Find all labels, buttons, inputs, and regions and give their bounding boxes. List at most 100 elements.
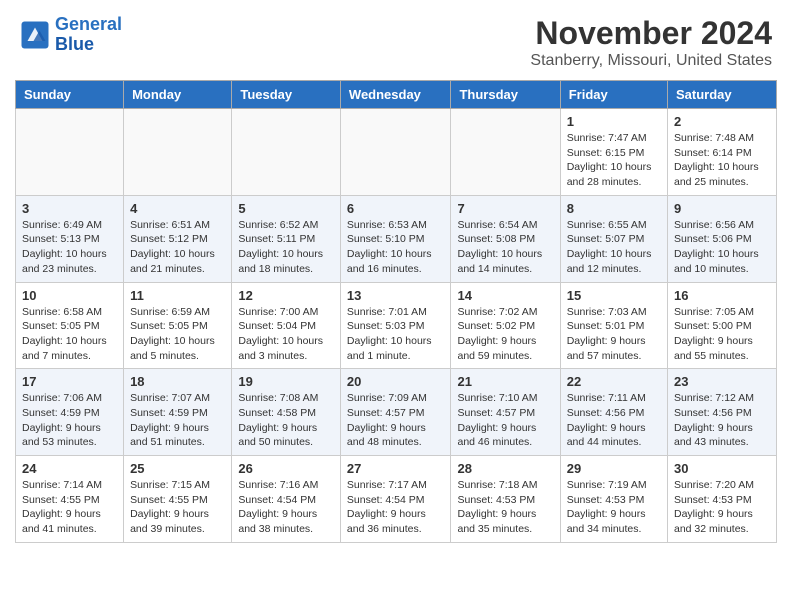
day-info: Sunrise: 7:07 AM Sunset: 4:59 PM Dayligh… — [130, 391, 225, 450]
page-header: General Blue November 2024 Stanberry, Mi… — [0, 0, 792, 75]
calendar-cell — [340, 109, 451, 196]
calendar-table: SundayMondayTuesdayWednesdayThursdayFrid… — [15, 80, 777, 543]
day-number: 21 — [457, 374, 553, 389]
day-info: Sunrise: 7:15 AM Sunset: 4:55 PM Dayligh… — [130, 478, 225, 537]
day-info: Sunrise: 6:59 AM Sunset: 5:05 PM Dayligh… — [130, 305, 225, 364]
weekday-header-monday: Monday — [124, 81, 232, 109]
calendar-week-1: 1Sunrise: 7:47 AM Sunset: 6:15 PM Daylig… — [16, 109, 777, 196]
calendar-cell: 16 Sunrise: 7:05 AM Sunset: 5:00 PM Dayli… — [668, 282, 777, 369]
calendar-cell: 19Sunrise: 7:08 AM Sunset: 4:58 PM Dayli… — [232, 369, 341, 456]
day-info: Sunrise: 6:49 AM Sunset: 5:13 PM Dayligh… — [22, 218, 117, 277]
day-info: Sunrise: 6:55 AM Sunset: 5:07 PM Dayligh… — [567, 218, 661, 277]
day-info: Sunrise: 7:11 AM Sunset: 4:56 PM Dayligh… — [567, 391, 661, 450]
day-number: 17 — [22, 374, 117, 389]
calendar-cell: 5Sunrise: 6:52 AM Sunset: 5:11 PM Daylig… — [232, 195, 341, 282]
day-info: Sunrise: 7:01 AM Sunset: 5:03 PM Dayligh… — [347, 305, 445, 364]
calendar-cell: 3Sunrise: 6:49 AM Sunset: 5:13 PM Daylig… — [16, 195, 124, 282]
weekday-header-wednesday: Wednesday — [340, 81, 451, 109]
day-info: Sunrise: 7:17 AM Sunset: 4:54 PM Dayligh… — [347, 478, 445, 537]
day-info: Sunrise: 7:09 AM Sunset: 4:57 PM Dayligh… — [347, 391, 445, 450]
logo-text: General Blue — [55, 15, 122, 55]
weekday-header-thursday: Thursday — [451, 81, 560, 109]
day-number: 10 — [22, 288, 117, 303]
main-title: November 2024 — [530, 15, 772, 52]
calendar-cell: 26Sunrise: 7:16 AM Sunset: 4:54 PM Dayli… — [232, 456, 341, 543]
day-info: Sunrise: 7:06 AM Sunset: 4:59 PM Dayligh… — [22, 391, 117, 450]
day-number: 28 — [457, 461, 553, 476]
logo-icon — [20, 20, 50, 50]
day-info: Sunrise: 7:02 AM Sunset: 5:02 PM Dayligh… — [457, 305, 553, 364]
day-number: 2 — [674, 114, 770, 129]
calendar-cell: 18Sunrise: 7:07 AM Sunset: 4:59 PM Dayli… — [124, 369, 232, 456]
day-number: 14 — [457, 288, 553, 303]
calendar-cell: 30 Sunrise: 7:20 AM Sunset: 4:53 PM Dayli… — [668, 456, 777, 543]
day-number: 12 — [238, 288, 334, 303]
day-info: Sunrise: 7:16 AM Sunset: 4:54 PM Dayligh… — [238, 478, 334, 537]
day-number: 1 — [567, 114, 661, 129]
subtitle: Stanberry, Missouri, United States — [530, 52, 772, 70]
weekday-header-saturday: Saturday — [668, 81, 777, 109]
day-number: 25 — [130, 461, 225, 476]
calendar-cell: 21 Sunrise: 7:10 AM Sunset: 4:57 PM Dayli… — [451, 369, 560, 456]
calendar-cell: 22 Sunrise: 7:11 AM Sunset: 4:56 PM Dayli… — [560, 369, 667, 456]
day-number: 23 — [674, 374, 770, 389]
day-number: 30 — [674, 461, 770, 476]
calendar-cell: 13 Sunrise: 7:01 AM Sunset: 5:03 PM Dayli… — [340, 282, 451, 369]
calendar-cell: 28 Sunrise: 7:18 AM Sunset: 4:53 PM Dayli… — [451, 456, 560, 543]
calendar-week-5: 24 Sunrise: 7:14 AM Sunset: 4:55 PM Dayli… — [16, 456, 777, 543]
calendar-cell: 10 Sunrise: 6:58 AM Sunset: 5:05 PM Dayli… — [16, 282, 124, 369]
calendar-cell: 20Sunrise: 7:09 AM Sunset: 4:57 PM Dayli… — [340, 369, 451, 456]
day-number: 13 — [347, 288, 445, 303]
day-info: Sunrise: 7:20 AM Sunset: 4:53 PM Dayligh… — [674, 478, 770, 537]
calendar-body: 1Sunrise: 7:47 AM Sunset: 6:15 PM Daylig… — [16, 109, 777, 543]
calendar-cell: 6 Sunrise: 6:53 AM Sunset: 5:10 PM Daylig… — [340, 195, 451, 282]
day-info: Sunrise: 7:00 AM Sunset: 5:04 PM Dayligh… — [238, 305, 334, 364]
calendar-cell: 7Sunrise: 6:54 AM Sunset: 5:08 PM Daylig… — [451, 195, 560, 282]
calendar-cell: 27 Sunrise: 7:17 AM Sunset: 4:54 PM Dayli… — [340, 456, 451, 543]
calendar-cell: 15 Sunrise: 7:03 AM Sunset: 5:01 PM Dayli… — [560, 282, 667, 369]
day-number: 16 — [674, 288, 770, 303]
calendar-cell — [124, 109, 232, 196]
calendar-header-row: SundayMondayTuesdayWednesdayThursdayFrid… — [16, 81, 777, 109]
day-number: 29 — [567, 461, 661, 476]
day-info: Sunrise: 6:58 AM Sunset: 5:05 PM Dayligh… — [22, 305, 117, 364]
day-number: 9 — [674, 201, 770, 216]
weekday-header-friday: Friday — [560, 81, 667, 109]
calendar-cell — [232, 109, 341, 196]
calendar-cell: 8 Sunrise: 6:55 AM Sunset: 5:07 PM Daylig… — [560, 195, 667, 282]
calendar-cell: 12 Sunrise: 7:00 AM Sunset: 5:04 PM Dayli… — [232, 282, 341, 369]
day-number: 27 — [347, 461, 445, 476]
calendar-cell: 11 Sunrise: 6:59 AM Sunset: 5:05 PM Dayli… — [124, 282, 232, 369]
day-info: Sunrise: 6:51 AM Sunset: 5:12 PM Dayligh… — [130, 218, 225, 277]
calendar-cell — [451, 109, 560, 196]
day-number: 6 — [347, 201, 445, 216]
day-number: 7 — [457, 201, 553, 216]
day-info: Sunrise: 7:12 AM Sunset: 4:56 PM Dayligh… — [674, 391, 770, 450]
day-info: Sunrise: 7:14 AM Sunset: 4:55 PM Dayligh… — [22, 478, 117, 537]
weekday-header-tuesday: Tuesday — [232, 81, 341, 109]
day-info: Sunrise: 7:19 AM Sunset: 4:53 PM Dayligh… — [567, 478, 661, 537]
calendar-week-2: 3Sunrise: 6:49 AM Sunset: 5:13 PM Daylig… — [16, 195, 777, 282]
day-info: Sunrise: 7:03 AM Sunset: 5:01 PM Dayligh… — [567, 305, 661, 364]
day-info: Sunrise: 7:48 AM Sunset: 6:14 PM Dayligh… — [674, 131, 770, 190]
day-info: Sunrise: 6:53 AM Sunset: 5:10 PM Dayligh… — [347, 218, 445, 277]
calendar-cell: 9Sunrise: 6:56 AM Sunset: 5:06 PM Daylig… — [668, 195, 777, 282]
day-number: 24 — [22, 461, 117, 476]
day-info: Sunrise: 7:18 AM Sunset: 4:53 PM Dayligh… — [457, 478, 553, 537]
day-number: 19 — [238, 374, 334, 389]
day-number: 22 — [567, 374, 661, 389]
calendar-cell: 29 Sunrise: 7:19 AM Sunset: 4:53 PM Dayli… — [560, 456, 667, 543]
day-number: 15 — [567, 288, 661, 303]
calendar-cell — [16, 109, 124, 196]
day-info: Sunrise: 7:10 AM Sunset: 4:57 PM Dayligh… — [457, 391, 553, 450]
day-number: 4 — [130, 201, 225, 216]
calendar-cell: 25 Sunrise: 7:15 AM Sunset: 4:55 PM Dayli… — [124, 456, 232, 543]
day-number: 11 — [130, 288, 225, 303]
day-number: 8 — [567, 201, 661, 216]
title-block: November 2024 Stanberry, Missouri, Unite… — [530, 15, 772, 70]
day-info: Sunrise: 7:05 AM Sunset: 5:00 PM Dayligh… — [674, 305, 770, 364]
calendar-cell: 4 Sunrise: 6:51 AM Sunset: 5:12 PM Daylig… — [124, 195, 232, 282]
calendar-cell: 17 Sunrise: 7:06 AM Sunset: 4:59 PM Dayli… — [16, 369, 124, 456]
day-info: Sunrise: 6:52 AM Sunset: 5:11 PM Dayligh… — [238, 218, 334, 277]
calendar-cell: 24 Sunrise: 7:14 AM Sunset: 4:55 PM Dayli… — [16, 456, 124, 543]
